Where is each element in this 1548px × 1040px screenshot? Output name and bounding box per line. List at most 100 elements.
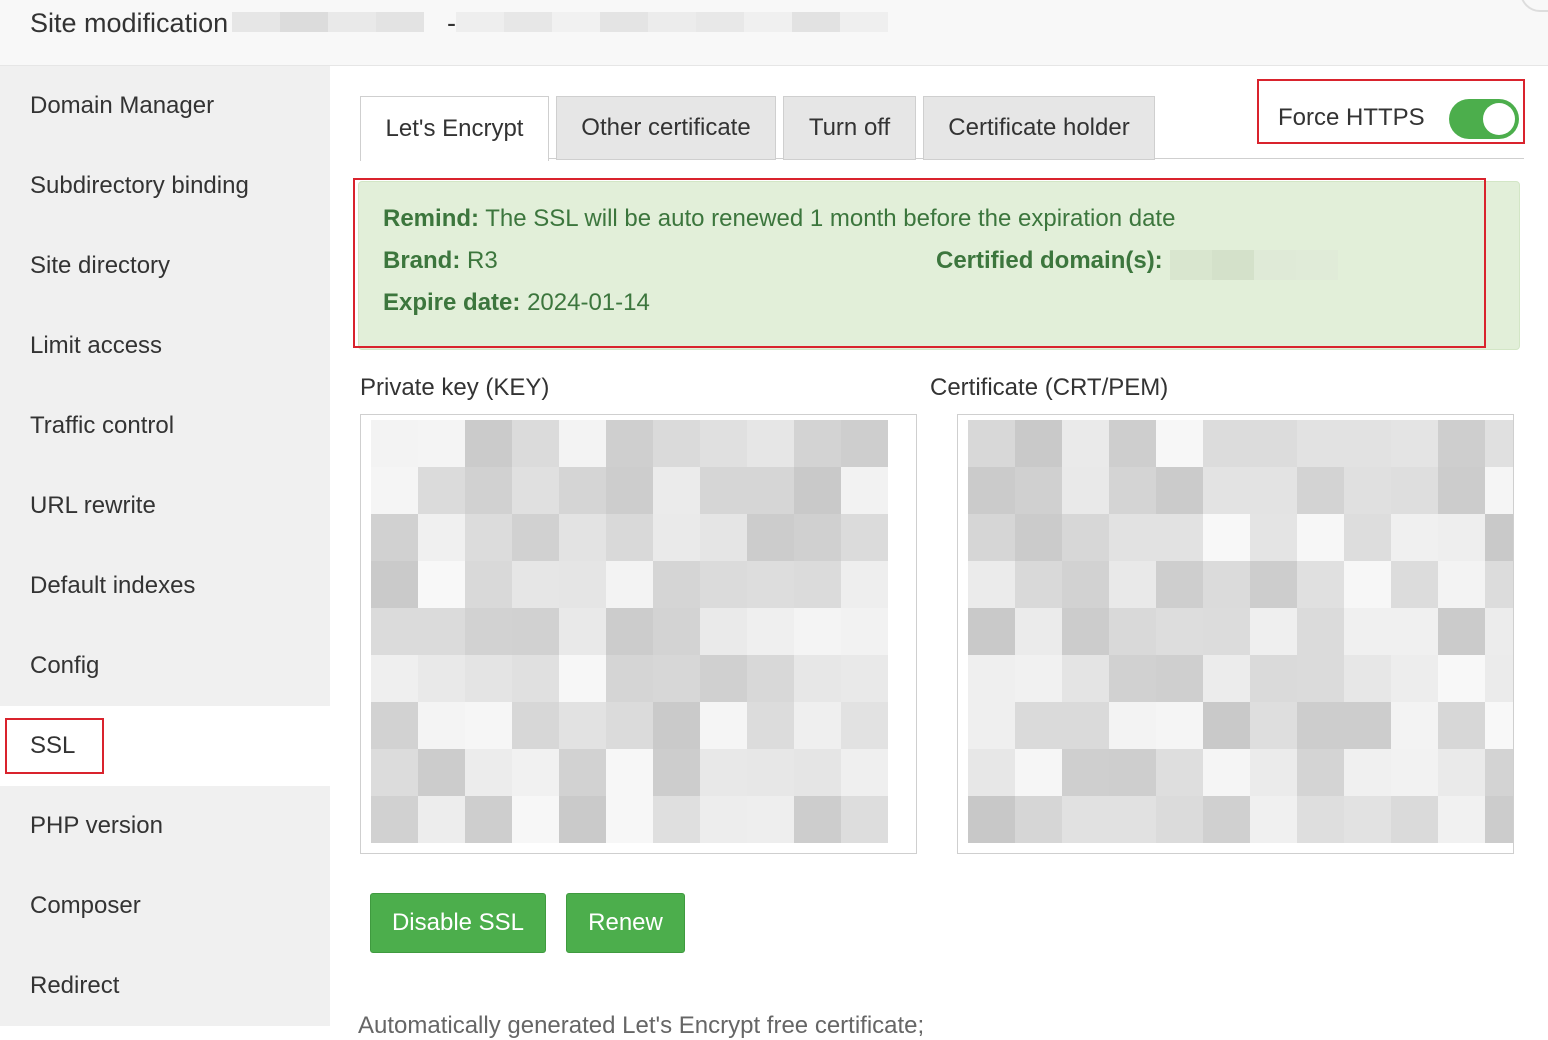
- force-https-label: Force HTTPS: [1278, 104, 1425, 131]
- redaction-tile: [1297, 702, 1344, 749]
- tab-lets-encrypt[interactable]: Let's Encrypt: [360, 96, 549, 161]
- redaction-tile: [968, 514, 1015, 561]
- toggle-knob: [1483, 103, 1515, 135]
- sidebar-item-site-directory[interactable]: Site directory: [0, 226, 330, 306]
- sidebar-item-subdirectory-binding[interactable]: Subdirectory binding: [0, 146, 330, 226]
- redaction-tile: [371, 514, 418, 561]
- redaction-tile: [512, 420, 559, 467]
- sidebar-item-default-indexes[interactable]: Default indexes: [0, 546, 330, 626]
- sidebar-item-url-rewrite[interactable]: URL rewrite: [0, 466, 330, 546]
- redaction-tile: [418, 749, 465, 796]
- sidebar-item-label: Traffic control: [30, 412, 175, 439]
- redaction-tile: [512, 467, 559, 514]
- sidebar-item-php-version[interactable]: PHP version: [0, 786, 330, 866]
- redaction-tile: [841, 561, 888, 608]
- redaction-tile: [841, 608, 888, 655]
- redaction-tile: [1485, 796, 1513, 843]
- expire-line: Expire date: 2024-01-14: [383, 289, 650, 317]
- sidebar-item-domain-manager[interactable]: Domain Manager: [0, 66, 330, 146]
- redaction-tile: [968, 655, 1015, 702]
- tab-turn-off[interactable]: Turn off: [783, 96, 916, 160]
- redaction-tile: [1438, 608, 1485, 655]
- redaction-tile: [1156, 702, 1203, 749]
- redaction-tile: [418, 702, 465, 749]
- redaction-tile: [968, 608, 1015, 655]
- redaction-tile: [1203, 420, 1250, 467]
- redaction-tile: [968, 749, 1015, 796]
- sidebar-item-label: Limit access: [30, 332, 163, 359]
- title-bar: Site modification -: [0, 0, 1548, 66]
- redaction-tile: [1485, 514, 1513, 561]
- redaction-tile: [1297, 749, 1344, 796]
- redaction-tile: [1250, 655, 1297, 702]
- redaction-tile: [1156, 514, 1203, 561]
- sidebar-item-config[interactable]: Config: [0, 626, 330, 706]
- redacted-private-key: [371, 420, 888, 843]
- redaction-tile: [418, 655, 465, 702]
- redaction-tile: [653, 796, 700, 843]
- sidebar-item-traffic-control[interactable]: Traffic control: [0, 386, 330, 466]
- redaction-tile: [1438, 796, 1485, 843]
- redaction-tile: [1156, 420, 1203, 467]
- redaction-tile: [1109, 420, 1156, 467]
- renew-button[interactable]: Renew: [566, 893, 685, 953]
- redaction-tile: [371, 796, 418, 843]
- redaction-tile: [1109, 796, 1156, 843]
- disable-ssl-button[interactable]: Disable SSL: [370, 893, 546, 953]
- redaction-tile: [1391, 749, 1438, 796]
- force-https-toggle[interactable]: [1449, 99, 1519, 139]
- redaction-tile: [418, 608, 465, 655]
- redaction-tile: [1438, 561, 1485, 608]
- redaction-tile: [1485, 561, 1513, 608]
- redaction-tile: [1203, 796, 1250, 843]
- sidebar-item-limit-access[interactable]: Limit access: [0, 306, 330, 386]
- redaction-tile: [1156, 467, 1203, 514]
- redaction-tile: [465, 749, 512, 796]
- redaction-tile: [1391, 608, 1438, 655]
- redaction-tile: [1109, 702, 1156, 749]
- redaction-tile: [794, 514, 841, 561]
- remind-line: Remind: The SSL will be auto renewed 1 m…: [383, 205, 1175, 233]
- sidebar-item-label: URL rewrite: [30, 492, 156, 519]
- redaction-tile: [794, 796, 841, 843]
- private-key-textarea[interactable]: [360, 414, 917, 854]
- redaction-tile: [1438, 702, 1485, 749]
- redaction-tile: [559, 655, 606, 702]
- redaction-tile: [606, 467, 653, 514]
- redaction-tile: [1062, 796, 1109, 843]
- redaction-tile: [1109, 655, 1156, 702]
- sidebar-item-composer[interactable]: Composer: [0, 866, 330, 946]
- redaction-tile: [1015, 420, 1062, 467]
- redaction-tile: [606, 749, 653, 796]
- redaction-tile: [1485, 608, 1513, 655]
- redaction-tile: [653, 420, 700, 467]
- redaction-tile: [1485, 655, 1513, 702]
- redaction-tile: [968, 467, 1015, 514]
- redaction-tile: [465, 420, 512, 467]
- redaction-tile: [653, 655, 700, 702]
- redaction-tile: [418, 420, 465, 467]
- redaction-tile: [1250, 608, 1297, 655]
- redaction-tile: [418, 796, 465, 843]
- redaction-tile: [418, 561, 465, 608]
- tab-other-certificate[interactable]: Other certificate: [556, 96, 776, 160]
- redaction-tile: [1015, 608, 1062, 655]
- ssl-highlight-annotation: [5, 718, 104, 774]
- redaction-tile: [700, 608, 747, 655]
- redaction-tile: [794, 655, 841, 702]
- redaction-tile: [1015, 749, 1062, 796]
- certificate-textarea[interactable]: [957, 414, 1514, 854]
- redaction-tile: [1062, 608, 1109, 655]
- brand-line: Brand: R3: [383, 247, 498, 275]
- redaction-tile: [747, 514, 794, 561]
- redaction-tile: [1062, 561, 1109, 608]
- tab-certificate-holder[interactable]: Certificate holder: [923, 96, 1155, 160]
- sidebar-item-redirect[interactable]: Redirect: [0, 946, 330, 1026]
- redaction-tile: [1015, 655, 1062, 702]
- redaction-tile: [1250, 702, 1297, 749]
- redaction-tile: [1485, 420, 1513, 467]
- redaction-tile: [968, 796, 1015, 843]
- redaction-tile: [1109, 608, 1156, 655]
- sidebar-item-label: PHP version: [30, 812, 163, 839]
- redaction-tile: [1438, 749, 1485, 796]
